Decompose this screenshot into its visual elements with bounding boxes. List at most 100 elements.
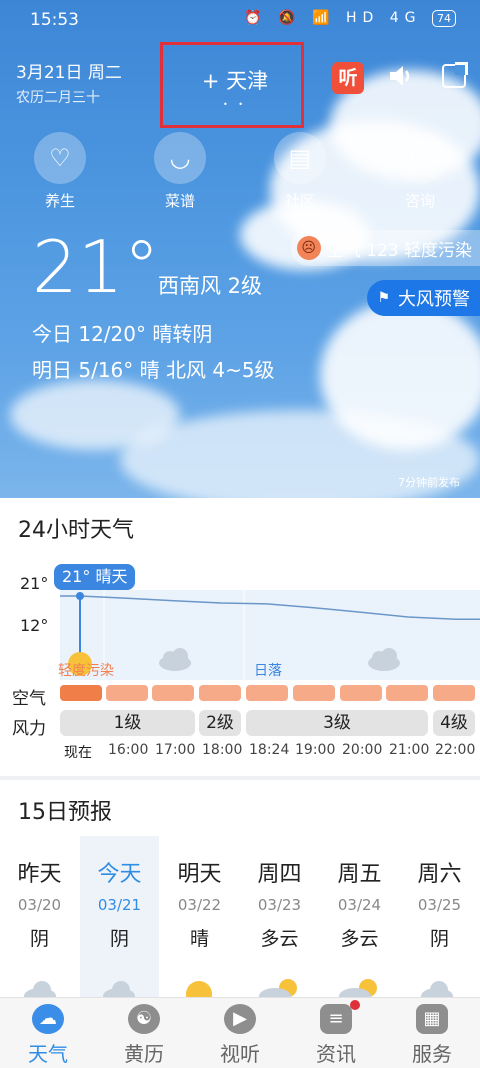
quick-action-health[interactable]: ♡ 养生 — [20, 132, 100, 211]
wind-level-pill: 4级 — [433, 710, 475, 736]
alert-text: 大风预警 — [398, 289, 470, 310]
day-weather: 阴 — [29, 928, 49, 950]
current-wind: 西南风 2级 — [158, 274, 263, 298]
speaker-icon[interactable] — [388, 64, 414, 94]
date-label: 3月21日 周二 — [16, 63, 122, 83]
nav-label: 天气 — [28, 1042, 68, 1066]
day-weather: 晴 — [189, 928, 209, 950]
forecast-title: 15日预报 — [18, 800, 112, 825]
day-name: 明天 — [177, 862, 222, 887]
air-quality-bar — [246, 685, 288, 701]
cloud-icon — [421, 981, 453, 997]
cloud-icon — [103, 981, 135, 997]
day-date: 03/23 — [257, 896, 302, 914]
nav-media[interactable]: ▶ 视听 — [192, 998, 288, 1067]
day-date: 03/24 — [337, 896, 382, 914]
air-quality-bar — [152, 685, 194, 701]
air-row-label: 空气 — [12, 689, 46, 709]
yin-yang-icon: ☯ — [128, 1004, 160, 1034]
quick-action-community[interactable]: ▤ 社区 — [260, 132, 340, 211]
cloud-icon — [24, 981, 56, 997]
listen-button[interactable]: 听 — [332, 62, 364, 94]
hour-tick: 17:00 — [155, 742, 196, 758]
hour-tick: 现在 — [64, 745, 92, 761]
wind-level-pill: 3级 — [246, 710, 428, 736]
quick-action-consult[interactable]: ☊ 咨询 — [380, 132, 460, 211]
heart-hands-icon: ♡ — [34, 132, 86, 184]
nav-almanac[interactable]: ☯ 黄历 — [96, 998, 192, 1067]
flag-icon: ⚑ — [377, 290, 390, 306]
sunset-label: 日落 — [254, 663, 282, 679]
day-date: 03/20 — [17, 896, 62, 914]
quick-action-recipes[interactable]: ◡ 菜谱 — [140, 132, 220, 211]
hour-tick: 16:00 — [108, 742, 149, 758]
current-temp-badge: 21° 晴天 — [54, 564, 136, 590]
wind-alert-badge[interactable]: ⚑ 大风预警 — [367, 280, 480, 316]
status-indicator-icons: ⏰ 🔕 📶 HD 4G — [244, 10, 422, 26]
nav-label: 黄历 — [124, 1042, 164, 1066]
hour-tick: 22:00 — [435, 742, 476, 758]
chat-icon: ▤ — [274, 132, 326, 184]
pollution-label: 轻度污染 — [58, 663, 114, 679]
today-summary: 今日 12/20° 晴转阴 — [32, 322, 213, 346]
bottom-nav: ☁ 天气 ☯ 黄历 ▶ 视听 ≡ 资讯 ▦ 服务 — [0, 997, 480, 1068]
wind-level-pill: 1级 — [60, 710, 195, 736]
wind-row-label: 风力 — [12, 719, 46, 739]
hour-tick: 18:24 — [249, 742, 290, 758]
air-quality-badge[interactable]: ☹ 空气 123 轻度污染 — [290, 230, 480, 266]
sun-icon — [186, 981, 212, 997]
nav-label: 资讯 — [316, 1042, 356, 1066]
day-weather: 多云 — [260, 928, 299, 950]
day-name: 周五 — [337, 862, 382, 887]
share-icon[interactable] — [442, 62, 468, 88]
quick-action-label: 养生 — [44, 192, 75, 210]
cloud-icon: ☁ — [32, 1004, 64, 1034]
lunar-date: 农历二月三十 — [16, 90, 100, 106]
hour-tick: 19:00 — [295, 742, 336, 758]
day-name: 今天 — [97, 862, 142, 887]
bowl-icon: ◡ — [154, 132, 206, 184]
status-time: 15:53 — [30, 10, 79, 30]
city-name[interactable]: + 天津 — [163, 65, 307, 95]
hour-tick: 18:00 — [202, 742, 243, 758]
nav-weather[interactable]: ☁ 天气 — [0, 998, 96, 1067]
headset-icon: ☊ — [394, 132, 446, 184]
battery-icon: 74 — [432, 10, 456, 27]
partly-cloudy-icon — [339, 979, 377, 997]
air-quality-bar — [106, 685, 148, 701]
day-date: 03/22 — [177, 896, 222, 914]
hour-tick: 21:00 — [389, 742, 430, 758]
day-weather: 多云 — [340, 928, 379, 950]
air-quality-bar — [433, 685, 475, 701]
sad-face-icon: ☹ — [296, 236, 321, 260]
day-weather: 阴 — [429, 928, 449, 950]
current-temperature: 21° — [32, 225, 160, 309]
nav-label: 视听 — [220, 1042, 260, 1066]
quick-action-label: 社区 — [284, 192, 315, 210]
day-weather: 阴 — [109, 928, 129, 950]
published-time: 7分钟前发布 — [398, 476, 460, 489]
hour-tick: 20:00 — [342, 742, 383, 758]
air-quality-bar — [293, 685, 335, 701]
play-icon: ▶ — [224, 1004, 256, 1034]
nav-services[interactable]: ▦ 服务 — [384, 998, 480, 1067]
news-icon: ≡ — [320, 1000, 360, 1034]
quick-action-label: 菜谱 — [164, 192, 195, 210]
page-indicator-dots: • • — [223, 100, 247, 109]
day-date: 03/21 — [97, 896, 142, 914]
day-name: 周四 — [257, 862, 302, 887]
city-selector[interactable]: + 天津 • • — [160, 42, 304, 128]
nav-news[interactable]: ≡ 资讯 — [288, 998, 384, 1067]
quick-action-label: 咨询 — [404, 192, 435, 210]
air-quality-bar — [199, 685, 241, 701]
notification-dot — [350, 1000, 360, 1010]
wind-level-pill: 2级 — [199, 710, 241, 736]
grid-icon: ▦ — [416, 1004, 448, 1034]
status-icons: ⏰ 🔕 📶 HD 4G 74 — [244, 10, 456, 27]
day-name: 周六 — [417, 862, 462, 887]
day-date: 03/25 — [417, 896, 462, 914]
air-quality-bar — [60, 685, 102, 701]
hourly-title: 24小时天气 — [18, 518, 134, 543]
day-name: 昨天 — [17, 862, 62, 887]
nav-label: 服务 — [412, 1042, 452, 1066]
